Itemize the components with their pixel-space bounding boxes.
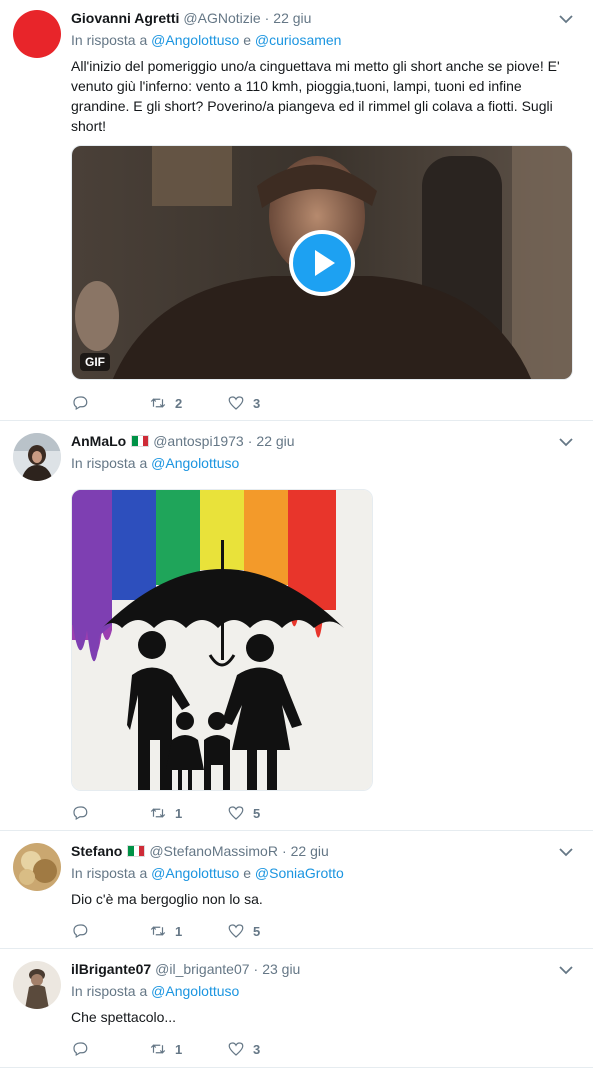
reply-button[interactable] [71,394,149,412]
tweet-actions: 1 5 [71,921,305,941]
retweet-count: 1 [175,805,183,821]
reply-button[interactable] [71,922,149,940]
retweet-button[interactable]: 1 [149,804,227,822]
reply-prefix: In risposta a [71,32,148,48]
avatar[interactable] [13,433,61,481]
photo-media[interactable] [71,489,373,791]
play-button[interactable] [289,229,355,296]
italy-flag-icon [127,845,146,857]
reply-prefix: In risposta a [71,865,148,881]
gif-media[interactable]: GIF [71,145,573,380]
tweet[interactable]: Giovanni Agretti @AGNotizie · 22 giu In … [0,0,593,421]
retweet-icon [150,808,166,818]
reply-timeline: Giovanni Agretti @AGNotizie · 22 giu In … [0,0,593,1068]
reply-button[interactable] [71,804,149,822]
mention-link[interactable]: @Angolottuso [151,983,239,999]
reply-prefix: In risposta a [71,983,148,999]
mention-link[interactable]: @Angolottuso [151,455,239,471]
like-button[interactable]: 5 [227,922,305,940]
author-handle[interactable]: @StefanoMassimoR [149,843,278,859]
separator-dot: · [247,433,253,449]
reply-icon [73,396,88,411]
retweet-count: 1 [175,923,183,939]
reply-button[interactable] [71,1040,149,1058]
like-count: 5 [253,805,261,821]
author-handle[interactable]: @AGNotizie [183,10,260,26]
rainbow-umbrella-family-image [72,490,372,790]
reply-context: In risposta a @Angolottuso [71,983,579,1003]
separator-dot: · [281,843,287,859]
avatar-image [13,961,61,1009]
retweet-count: 1 [175,1041,183,1057]
author-name[interactable]: ilBrigante07 [71,961,151,977]
retweet-button[interactable]: 1 [149,1040,227,1058]
reply-icon [73,806,88,821]
like-button[interactable]: 5 [227,804,305,822]
caret-down-icon[interactable] [559,14,573,24]
tweet-timestamp[interactable]: 23 giu [262,961,300,977]
retweet-button[interactable]: 1 [149,922,227,940]
reply-context: In risposta a @Angolottuso [71,455,579,475]
tweet[interactable]: AnMaLo @antospi1973 · 22 giu In risposta… [0,421,593,831]
retweet-icon [150,926,166,936]
author-name[interactable]: AnMaLo [71,433,126,449]
tweet[interactable]: Stefano @StefanoMassimoR · 22 giu In ris… [0,831,593,949]
reply-icon [73,924,88,939]
reply-context: In risposta a @Angolottuso e @curiosamen [71,32,579,52]
mention-link[interactable]: @curiosamen [255,32,342,48]
retweet-count: 2 [175,395,183,411]
tweet-text: All'inizio del pomeriggio uno/a cinguett… [71,58,560,134]
like-count: 3 [253,395,261,411]
retweet-button[interactable]: 2 [149,394,227,412]
like-button[interactable]: 3 [227,1040,305,1058]
reply-joiner: e [243,865,251,881]
tweet-timestamp[interactable]: 22 giu [291,843,329,859]
retweet-icon [150,398,166,408]
avatar[interactable] [13,961,61,1009]
author-name[interactable]: Stefano [71,843,122,859]
caret-down-icon[interactable] [559,965,573,975]
tweet-timestamp[interactable]: 22 giu [256,433,294,449]
like-icon [228,1042,244,1056]
play-icon [315,249,335,276]
tweet-text: Che spettacolo... [71,1009,177,1025]
mention-link[interactable]: @Angolottuso [151,32,239,48]
italy-flag-icon [131,435,150,447]
tweet-actions: 1 5 [71,803,305,823]
avatar[interactable] [13,843,61,891]
caret-down-icon[interactable] [559,437,573,447]
tweet-actions: 1 3 [71,1039,305,1059]
separator-dot: · [264,10,270,26]
mention-link[interactable]: @SoniaGrotto [255,865,344,881]
reply-joiner: e [243,32,251,48]
gif-badge: GIF [80,353,110,371]
avatar-image [13,433,61,481]
author-handle[interactable]: @antospi1973 [153,433,244,449]
mention-link[interactable]: @Angolottuso [151,865,239,881]
retweet-icon [150,1044,166,1054]
like-icon [228,396,244,410]
avatar[interactable] [13,10,61,58]
author-name[interactable]: Giovanni Agretti [71,10,179,26]
reply-context: In risposta a @Angolottuso e @SoniaGrott… [71,865,579,885]
reply-icon [73,1042,88,1057]
like-icon [228,924,244,938]
like-count: 5 [253,923,261,939]
like-button[interactable]: 3 [227,394,305,412]
tweet-timestamp[interactable]: 22 giu [273,10,311,26]
separator-dot: · [253,961,259,977]
caret-down-icon[interactable] [559,847,573,857]
tweet-actions: 2 3 [71,393,305,413]
like-count: 3 [253,1041,261,1057]
author-handle[interactable]: @il_brigante07 [155,961,249,977]
avatar-image [13,843,61,891]
tweet[interactable]: ilBrigante07 @il_brigante07 · 23 giu In … [0,949,593,1068]
like-icon [228,806,244,820]
reply-prefix: In risposta a [71,455,148,471]
tweet-text: Dio c'è ma bergoglio non lo sa. [71,891,263,907]
